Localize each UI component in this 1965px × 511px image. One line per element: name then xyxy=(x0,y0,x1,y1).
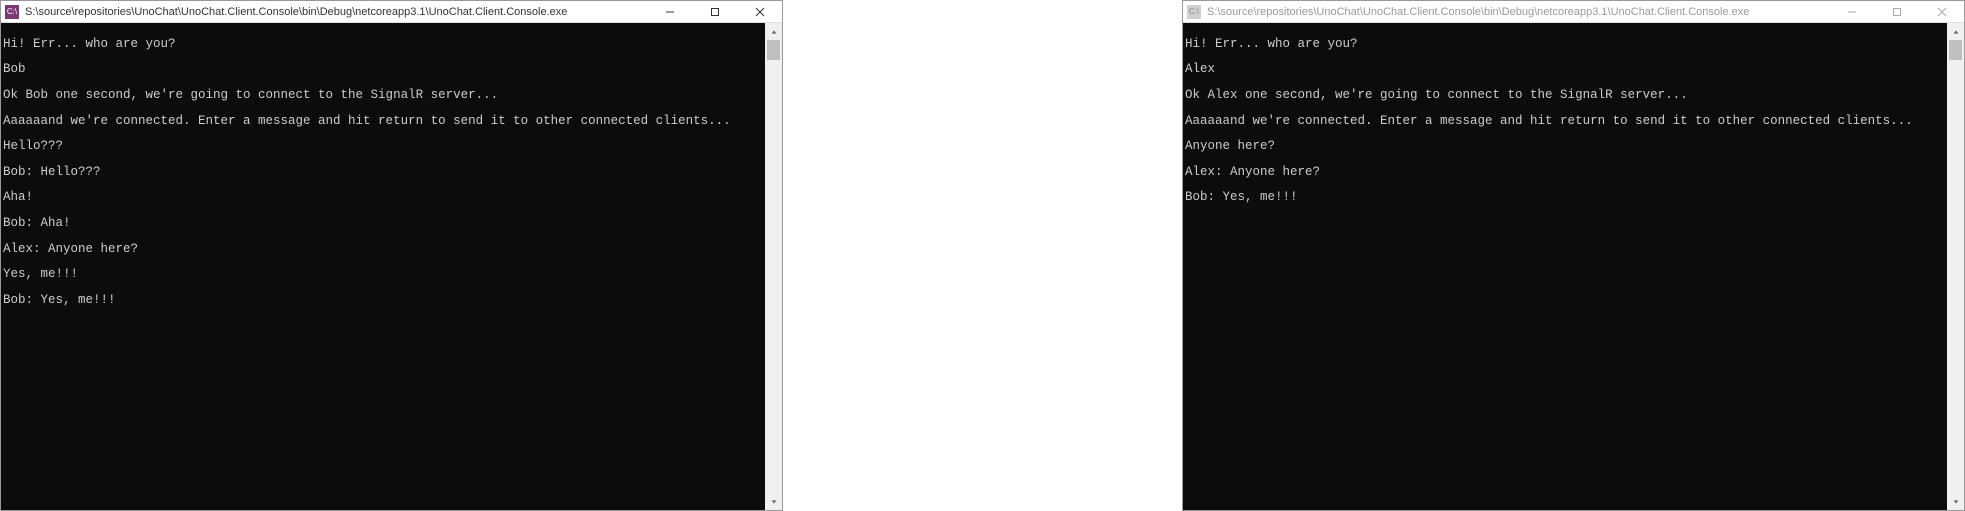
scroll-up-button[interactable] xyxy=(1947,23,1964,40)
console-line: Ok Alex one second, we're going to conne… xyxy=(1185,89,1947,102)
console-line: Hello??? xyxy=(3,140,765,153)
app-icon: C:\ xyxy=(1187,5,1201,19)
console-line: Bob: Yes, me!!! xyxy=(1185,191,1947,204)
vertical-scrollbar[interactable] xyxy=(1947,23,1964,510)
minimize-button[interactable] xyxy=(1829,1,1874,22)
titlebar[interactable]: C:\ S:\source\repositories\UnoChat\UnoCh… xyxy=(1,1,782,23)
scroll-thumb[interactable] xyxy=(767,40,780,60)
console-line: Aaaaaand we're connected. Enter a messag… xyxy=(1185,115,1947,128)
close-button[interactable] xyxy=(1919,1,1964,22)
console-window-right: C:\ S:\source\repositories\UnoChat\UnoCh… xyxy=(1182,0,1965,511)
scroll-down-button[interactable] xyxy=(765,493,782,510)
console-line: Yes, me!!! xyxy=(3,268,765,281)
scroll-track[interactable] xyxy=(1947,40,1964,493)
app-icon: C:\ xyxy=(5,5,19,19)
console-window-left: C:\ S:\source\repositories\UnoChat\UnoCh… xyxy=(0,0,783,511)
minimize-button[interactable] xyxy=(647,1,692,22)
window-controls xyxy=(1829,1,1964,22)
console-line: Alex: Anyone here? xyxy=(1185,166,1947,179)
titlebar[interactable]: C:\ S:\source\repositories\UnoChat\UnoCh… xyxy=(1183,1,1964,23)
scroll-track[interactable] xyxy=(765,40,782,493)
console-output[interactable]: Hi! Err... who are you? Alex Ok Alex one… xyxy=(1183,23,1947,510)
console-area: Hi! Err... who are you? Bob Ok Bob one s… xyxy=(1,23,782,510)
console-line: Hi! Err... who are you? xyxy=(1185,38,1947,51)
console-line: Bob xyxy=(3,63,765,76)
console-line: Hi! Err... who are you? xyxy=(3,38,765,51)
maximize-button[interactable] xyxy=(1874,1,1919,22)
console-line: Bob: Yes, me!!! xyxy=(3,294,765,307)
scroll-up-button[interactable] xyxy=(765,23,782,40)
console-line: Ok Bob one second, we're going to connec… xyxy=(3,89,765,102)
console-output[interactable]: Hi! Err... who are you? Bob Ok Bob one s… xyxy=(1,23,765,510)
console-line: Aha! xyxy=(3,191,765,204)
console-line: Anyone here? xyxy=(1185,140,1947,153)
console-line: Bob: Aha! xyxy=(3,217,765,230)
maximize-button[interactable] xyxy=(692,1,737,22)
vertical-scrollbar[interactable] xyxy=(765,23,782,510)
scroll-down-button[interactable] xyxy=(1947,493,1964,510)
console-line: Bob: Hello??? xyxy=(3,166,765,179)
console-line: Alex: Anyone here? xyxy=(3,243,765,256)
window-controls xyxy=(647,1,782,22)
window-title: S:\source\repositories\UnoChat\UnoChat.C… xyxy=(1207,6,1829,18)
window-title: S:\source\repositories\UnoChat\UnoChat.C… xyxy=(25,6,647,18)
close-button[interactable] xyxy=(737,1,782,22)
console-line: Aaaaaand we're connected. Enter a messag… xyxy=(3,115,765,128)
console-line: Alex xyxy=(1185,63,1947,76)
scroll-thumb[interactable] xyxy=(1949,40,1962,60)
console-area: Hi! Err... who are you? Alex Ok Alex one… xyxy=(1183,23,1964,510)
